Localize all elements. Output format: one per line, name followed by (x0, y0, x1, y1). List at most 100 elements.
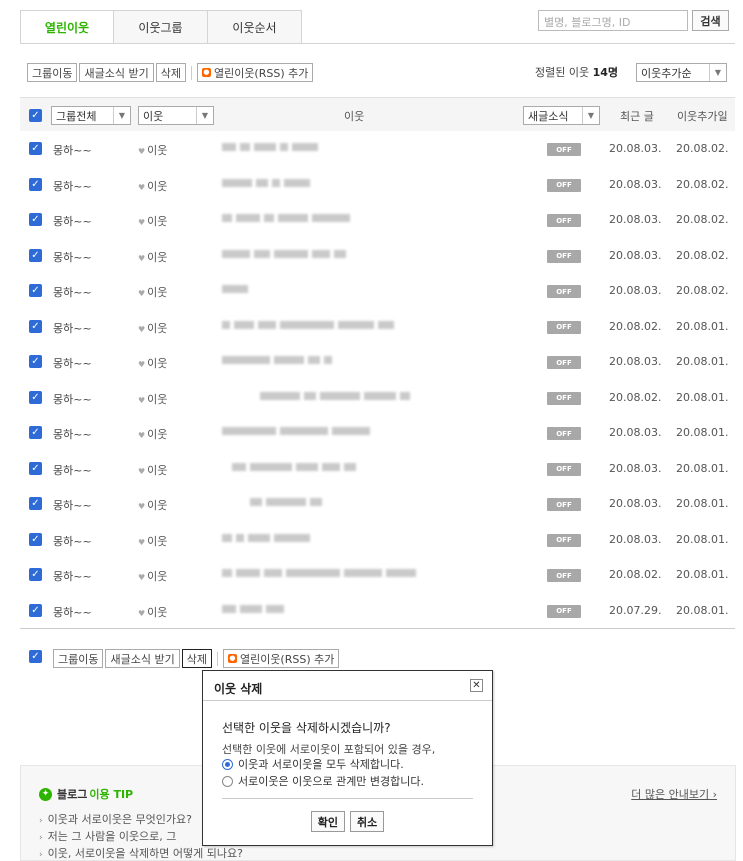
row-checkbox[interactable]: ✓ (29, 461, 42, 475)
row-checkbox[interactable]: ✓ (29, 426, 42, 439)
row-type-label: 이웃 (147, 321, 168, 335)
blur-block (280, 143, 288, 151)
row-group: 몽하~~ (53, 144, 92, 157)
table-row: ✓ 몽하~~ ♥ 이웃 OFF 20.08.03. 20.08.01. (20, 486, 735, 522)
blur-block (222, 143, 236, 151)
row-checkbox[interactable]: ✓ (29, 355, 42, 368)
blurred-neighbor-name[interactable] (222, 533, 310, 542)
delete-all-option[interactable]: 이웃과 서로이웃을 모두 삭제합니다. (222, 756, 404, 772)
blur-block (386, 569, 416, 577)
blur-block (240, 604, 262, 613)
row-checkbox[interactable]: ✓ (29, 532, 42, 546)
tab-neighbor-groups[interactable]: 이웃그룹 (114, 10, 208, 44)
row-added-date: 20.08.01. (676, 497, 729, 510)
blurred-neighbor-name[interactable] (222, 391, 410, 400)
neighbor-filter-select[interactable]: 이웃 ▼ (138, 106, 214, 125)
row-type: ♥ 이웃 (138, 284, 167, 300)
blur-block (334, 249, 346, 258)
news-filter-select[interactable]: 새글소식 ▼ (523, 106, 600, 125)
blur-block (286, 569, 340, 577)
heart-icon: ♥ (138, 431, 146, 440)
news-toggle-badge[interactable]: OFF (547, 498, 581, 511)
search-input[interactable]: 별명, 블로그명, ID (538, 10, 688, 31)
news-toggle-badge[interactable]: OFF (547, 533, 581, 547)
receive-news-button[interactable]: 새글소식 받기 (79, 63, 154, 82)
row-type-label: 이웃 (147, 286, 168, 299)
heart-icon: ♥ (138, 360, 146, 369)
row-type-label: 이웃 (147, 570, 168, 583)
blur-block (232, 462, 246, 471)
tab-divider (20, 43, 735, 44)
rss-add-button[interactable]: ● 열린이웃(RSS) 추가 (196, 63, 314, 82)
row-checkbox[interactable]: ✓ (29, 603, 42, 617)
row-checkbox[interactable]: ✓ (29, 390, 42, 404)
blurred-neighbor-name[interactable] (222, 178, 310, 187)
delete-button[interactable]: 삭제 (155, 63, 186, 82)
select-all-bottom-checkbox[interactable]: ✓ (29, 650, 42, 663)
news-toggle-badge[interactable]: OFF (547, 427, 581, 440)
search-button[interactable]: 검색 (692, 10, 729, 31)
blur-block (222, 533, 232, 542)
news-toggle-badge[interactable]: OFF (547, 356, 581, 369)
move-group-button-bottom[interactable]: 그룹이동 (53, 649, 104, 668)
blurred-neighbor-name[interactable] (222, 320, 394, 329)
cancel-button[interactable]: 취소 (350, 811, 385, 832)
change-relation-option[interactable]: 서로이웃은 이웃으로 관계만 변경합니다. (222, 773, 424, 789)
news-toggle-badge[interactable]: OFF (547, 214, 581, 227)
row-checkbox[interactable]: ✓ (29, 177, 42, 191)
news-toggle-badge[interactable]: OFF (547, 249, 581, 263)
news-toggle-badge[interactable]: OFF (547, 604, 581, 618)
blur-block (280, 427, 328, 435)
news-toggle-badge[interactable]: OFF (547, 178, 581, 192)
news-toggle-badge[interactable]: OFF (547, 391, 581, 405)
confirm-button[interactable]: 확인 (310, 811, 345, 832)
row-checkbox[interactable]: ✓ (29, 497, 42, 510)
close-icon[interactable]: ✕ (470, 679, 483, 692)
rss-icon: ● (227, 654, 237, 663)
row-checkbox[interactable]: ✓ (29, 142, 42, 155)
blur-block (222, 249, 250, 258)
row-checkbox[interactable]: ✓ (29, 284, 42, 297)
more-guide-link[interactable]: 더 많은 안내보기 › (631, 786, 717, 802)
row-checkbox[interactable]: ✓ (29, 248, 42, 262)
row-recent-date: 20.08.03. (609, 248, 662, 262)
row-checkbox[interactable]: ✓ (29, 213, 42, 226)
blurred-neighbor-name[interactable] (222, 569, 416, 577)
radio-unselected[interactable] (222, 775, 233, 787)
blurred-neighbor-name[interactable] (222, 462, 356, 471)
blur-block (236, 214, 260, 222)
blurred-neighbor-name[interactable] (222, 214, 350, 222)
row-type: ♥ 이웃 (138, 213, 167, 229)
delete-button-bottom[interactable]: 삭제 (181, 649, 212, 668)
tab-neighbor-order[interactable]: 이웃순서 (208, 10, 302, 44)
row-type-label: 이웃 (147, 144, 168, 157)
blurred-neighbor-name[interactable] (222, 356, 332, 364)
news-toggle-badge[interactable]: OFF (547, 285, 581, 298)
sort-select[interactable]: 이웃추가순 ▼ (636, 63, 727, 82)
heart-icon: ♥ (138, 324, 146, 334)
row-checkbox[interactable]: ✓ (29, 319, 42, 333)
blurred-neighbor-name[interactable] (222, 427, 370, 435)
row-checkbox[interactable]: ✓ (29, 568, 42, 581)
row-recent-date: 20.08.02. (609, 319, 662, 333)
blur-block (222, 320, 230, 329)
top-toolbar: 그룹이동 새글소식 받기 삭제 ● 열린이웃(RSS) 추가 (27, 63, 314, 82)
recent-column-header: 최근 글 (620, 110, 654, 123)
news-toggle-badge[interactable]: OFF (547, 143, 581, 156)
blurred-neighbor-name[interactable] (222, 498, 322, 506)
move-group-button[interactable]: 그룹이동 (27, 63, 78, 82)
news-toggle-badge[interactable]: OFF (547, 320, 581, 334)
blurred-neighbor-name[interactable] (222, 249, 346, 258)
blurred-neighbor-name[interactable] (222, 143, 318, 151)
tip-link[interactable]: 이웃, 서로이웃을 삭제하면 어떻게 되나요? (39, 846, 243, 861)
news-toggle-badge[interactable]: OFF (547, 462, 581, 476)
radio-selected[interactable] (222, 758, 233, 770)
receive-news-button-bottom[interactable]: 새글소식 받기 (105, 649, 180, 668)
select-all-checkbox[interactable]: ✓ (29, 109, 42, 122)
blurred-neighbor-name[interactable] (222, 604, 284, 613)
rss-add-button-bottom[interactable]: ● 열린이웃(RSS) 추가 (222, 649, 340, 668)
group-filter-select[interactable]: 그룹전체 ▼ (51, 106, 131, 125)
news-toggle-badge[interactable]: OFF (547, 569, 581, 582)
blurred-neighbor-name[interactable] (222, 285, 248, 293)
tab-open-neighbors[interactable]: 열린이웃 (20, 10, 114, 44)
